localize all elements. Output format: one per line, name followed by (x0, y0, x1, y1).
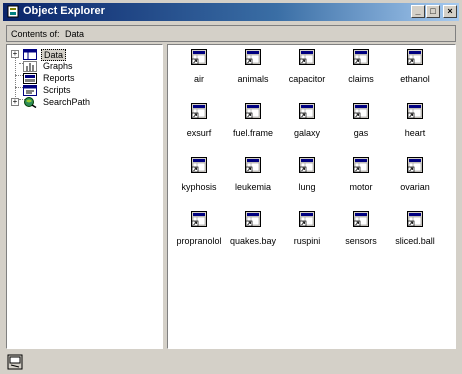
expand-icon[interactable]: + (11, 50, 19, 58)
close-button[interactable]: × (443, 5, 457, 18)
data-frame-icon (353, 103, 369, 119)
status-bar (3, 352, 459, 371)
data-frame-icon (191, 103, 207, 119)
tree-pane[interactable]: + Data Graphs Reports Scripts + SearchPa… (6, 44, 163, 349)
contents-value: Data (65, 29, 85, 39)
status-object-icon (7, 354, 23, 370)
data-object-label: ovarian (400, 182, 430, 192)
searchpath-icon (24, 97, 37, 108)
data-frame-icon (245, 157, 261, 173)
data-frame-icon (407, 49, 423, 65)
data-object-label: ethanol (400, 74, 430, 84)
title-bar[interactable]: Object Explorer _ □ × (3, 3, 459, 21)
data-frame-icon (353, 211, 369, 227)
data-frame-icon (299, 49, 315, 65)
data-object-sliced-ball[interactable]: sliced.ball (386, 211, 444, 251)
data-object-label: sliced.ball (395, 236, 435, 246)
data-frame-icon (353, 157, 369, 173)
data-frame-icon (191, 157, 207, 173)
object-explorer-window: Object Explorer _ □ × Contents of: Data … (0, 0, 462, 374)
data-object-ethanol[interactable]: ethanol (386, 49, 444, 89)
data-frame-icon (191, 49, 207, 65)
data-object-ovarian[interactable]: ovarian (386, 157, 444, 197)
graphs-icon (23, 61, 37, 72)
data-object-label: heart (404, 128, 426, 138)
data-frame-icon (245, 211, 261, 227)
data-frame-icon (407, 157, 423, 173)
data-frame-icon (407, 211, 423, 227)
tree-item-label: SearchPath (43, 97, 91, 107)
tree-item-label: Scripts (43, 85, 71, 95)
tree-item-label: Data (41, 49, 67, 61)
data-frame-icon (299, 103, 315, 119)
window-title: Object Explorer (23, 5, 105, 17)
data-object-heart[interactable]: heart (386, 103, 444, 143)
data-frame-icon (299, 157, 315, 173)
tree-item-label: Reports (43, 73, 75, 83)
data-frame-icon (245, 103, 261, 119)
data-frame-icon (245, 49, 261, 65)
tree-item-label: Graphs (43, 61, 73, 71)
tree-connector (15, 55, 16, 99)
data-frame-icon (191, 211, 207, 227)
object-explorer-icon (7, 5, 19, 18)
data-frame-icon (353, 49, 369, 65)
scripts-icon (23, 85, 37, 96)
expand-icon[interactable]: + (11, 98, 19, 106)
object-icon-pane[interactable]: air animals capacitor claims ethanol exsurf fu… (167, 44, 456, 349)
data-folder-icon (23, 49, 37, 60)
contents-label: Contents of: (11, 29, 60, 39)
maximize-button[interactable]: □ (426, 5, 440, 18)
reports-icon (23, 73, 37, 84)
contents-bar: Contents of: Data (6, 25, 456, 42)
minimize-button[interactable]: _ (411, 5, 425, 18)
data-frame-icon (407, 103, 423, 119)
data-frame-icon (299, 211, 315, 227)
